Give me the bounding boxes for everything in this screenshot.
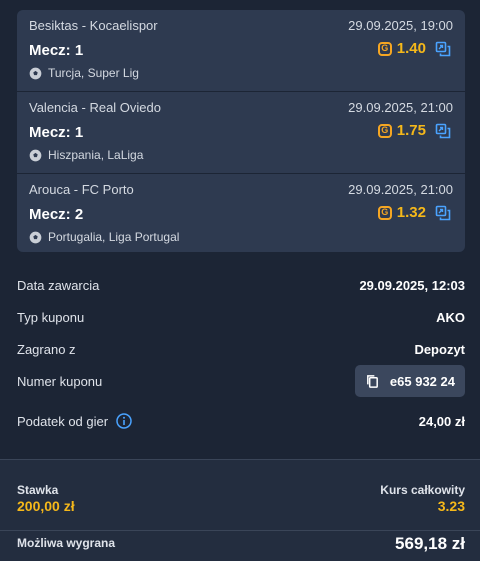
event-league: Hiszpania, LaLiga bbox=[29, 148, 143, 162]
stake-value: 200,00 zł bbox=[17, 498, 75, 514]
type-value: AKO bbox=[436, 309, 465, 325]
number-label: Numer kuponu bbox=[17, 373, 103, 389]
event-teams: Arouca - FC Porto bbox=[29, 182, 134, 197]
event-league: Turcja, Super Lig bbox=[29, 66, 139, 80]
event-league: Portugalia, Liga Portugal bbox=[29, 230, 179, 244]
tax-label-wrap: Podatek od gier bbox=[17, 413, 132, 429]
detail-type: Typ kuponu AKO bbox=[17, 307, 465, 327]
event-odds: G 1.32 bbox=[377, 204, 451, 221]
odds-value: 1.32 bbox=[396, 204, 426, 221]
win-value: 569,18 zł bbox=[395, 534, 465, 553]
info-icon[interactable] bbox=[116, 413, 132, 429]
league-name: Hiszpania, LaLiga bbox=[48, 148, 144, 162]
event-datetime: 29.09.2025, 21:00 bbox=[348, 182, 453, 197]
event-odds: G 1.75 bbox=[377, 122, 451, 139]
detail-number: Numer kuponu e65 932 24 bbox=[17, 365, 465, 397]
event-teams: Besiktas - Kocaelispor bbox=[29, 18, 158, 33]
stake-label: Stawka bbox=[17, 483, 59, 497]
detail-date: Data zawarcia 29.09.2025, 12:03 bbox=[17, 275, 465, 295]
played-label: Zagrano z bbox=[17, 341, 76, 357]
copy-icon[interactable] bbox=[435, 205, 451, 221]
copy-icon[interactable] bbox=[435, 123, 451, 139]
copy-icon bbox=[366, 374, 378, 388]
events-card: Besiktas - Kocaelispor 29.09.2025, 19:00… bbox=[17, 10, 465, 252]
event-row[interactable]: Valencia - Real Oviedo 29.09.2025, 21:00… bbox=[17, 92, 465, 174]
coin-icon: G bbox=[377, 41, 392, 56]
odds-value: 1.40 bbox=[396, 40, 426, 57]
event-pick: Mecz: 1 bbox=[29, 124, 84, 141]
event-odds: G 1.40 bbox=[377, 40, 451, 57]
football-icon bbox=[29, 67, 42, 79]
event-row[interactable]: Besiktas - Kocaelispor 29.09.2025, 19:00… bbox=[17, 10, 465, 92]
copy-icon[interactable] bbox=[435, 41, 451, 57]
copy-coupon-button[interactable]: e65 932 24 bbox=[354, 365, 465, 397]
coin-icon: G bbox=[377, 123, 392, 138]
event-teams: Valencia - Real Oviedo bbox=[29, 100, 161, 115]
football-icon bbox=[29, 231, 42, 243]
event-row[interactable]: Arouca - FC Porto 29.09.2025, 21:00 Mecz… bbox=[17, 174, 465, 252]
event-datetime: 29.09.2025, 19:00 bbox=[348, 18, 453, 33]
event-pick: Mecz: 1 bbox=[29, 42, 84, 59]
total-odds-value: 3.23 bbox=[437, 498, 465, 514]
tax-value: 24,00 zł bbox=[418, 413, 465, 429]
tax-label: Podatek od gier bbox=[17, 413, 109, 429]
win-label: Możliwa wygrana bbox=[17, 536, 116, 550]
league-name: Portugalia, Liga Portugal bbox=[48, 230, 180, 244]
detail-tax: Podatek od gier 24,00 zł bbox=[17, 411, 465, 431]
date-value: 29.09.2025, 12:03 bbox=[359, 277, 465, 293]
football-icon bbox=[29, 149, 42, 161]
event-pick: Mecz: 2 bbox=[29, 206, 84, 223]
odds-value: 1.75 bbox=[396, 122, 426, 139]
league-name: Turcja, Super Lig bbox=[48, 66, 139, 80]
coin-icon: G bbox=[377, 205, 392, 220]
played-value: Depozyt bbox=[414, 341, 465, 357]
type-label: Typ kuponu bbox=[17, 309, 85, 325]
date-label: Data zawarcia bbox=[17, 277, 100, 293]
total-odds-label: Kurs całkowity bbox=[380, 483, 465, 497]
detail-played: Zagrano z Depozyt bbox=[17, 339, 465, 359]
summary-divider bbox=[0, 530, 480, 531]
event-datetime: 29.09.2025, 21:00 bbox=[348, 100, 453, 115]
coupon-number: e65 932 24 bbox=[389, 373, 455, 389]
summary-panel: Stawka 200,00 zł Kurs całkowity 3.23 Moż… bbox=[0, 460, 480, 561]
